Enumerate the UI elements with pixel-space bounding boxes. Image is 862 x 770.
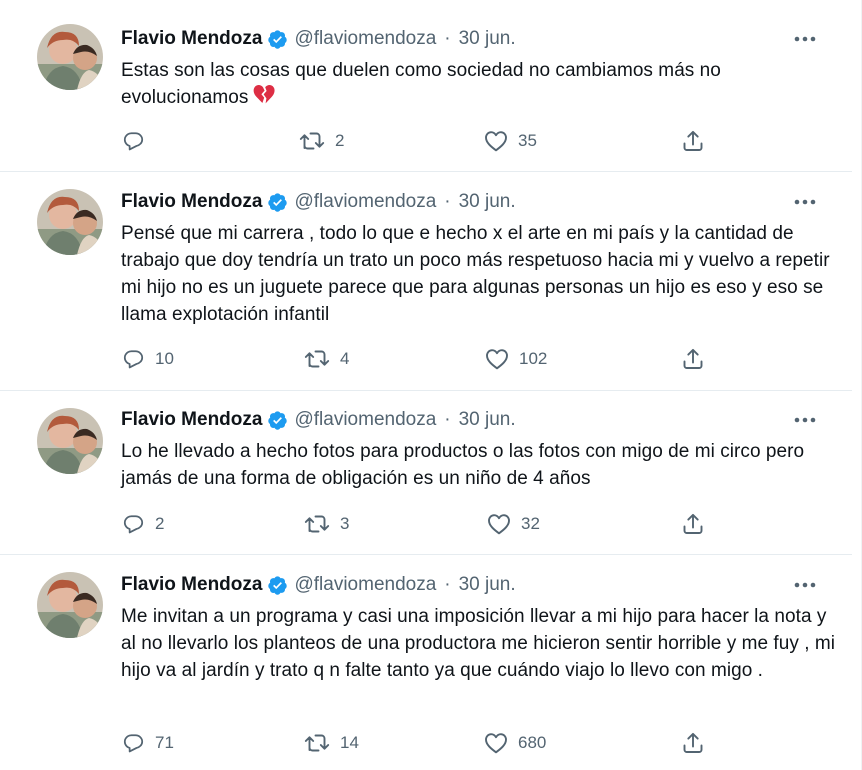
- author-name[interactable]: Flavio Mendoza: [121, 572, 262, 598]
- tweet-actions: 2 35: [0, 126, 852, 156]
- tweet-text: Estas son las cosas que duelen como soci…: [121, 57, 836, 111]
- broken-heart-icon: [252, 84, 276, 106]
- like-count: 32: [521, 514, 540, 533]
- retweet-button[interactable]: 14: [304, 728, 359, 758]
- retweet-icon: [304, 734, 330, 752]
- reply-icon: [123, 734, 144, 753]
- retweet-button[interactable]: 2: [299, 126, 344, 156]
- reply-count: 2: [155, 514, 165, 533]
- tweet[interactable]: Flavio Mendoza @flaviomendoza · 30 jun. …: [0, 172, 852, 391]
- reply-button[interactable]: 10: [122, 344, 174, 374]
- share-icon: [683, 513, 703, 534]
- reply-button[interactable]: [122, 126, 155, 156]
- tweet-actions: 2 3 32: [0, 509, 852, 539]
- retweet-count: 3: [340, 514, 350, 533]
- author-handle[interactable]: @flaviomendoza: [294, 26, 436, 52]
- like-button[interactable]: 32: [487, 509, 540, 539]
- separator: ·: [444, 409, 451, 430]
- avatar[interactable]: [37, 572, 103, 638]
- author-handle[interactable]: @flaviomendoza: [294, 189, 436, 215]
- like-icon: [486, 349, 508, 370]
- verified-badge-icon: [267, 575, 288, 596]
- author-handle[interactable]: @flaviomendoza: [294, 572, 436, 598]
- share-button[interactable]: [681, 344, 705, 374]
- like-button[interactable]: 102: [485, 344, 547, 374]
- retweet-button[interactable]: 4: [304, 344, 349, 374]
- retweet-button[interactable]: 3: [304, 509, 349, 539]
- share-icon: [683, 348, 703, 369]
- share-icon: [683, 732, 703, 753]
- verified-badge-icon: [267, 29, 288, 50]
- like-button[interactable]: 35: [484, 126, 537, 156]
- separator: ·: [444, 191, 451, 212]
- retweet-icon: [304, 515, 330, 533]
- more-options-icon[interactable]: [785, 407, 825, 433]
- tweet-timeline: Flavio Mendoza @flaviomendoza · 30 jun. …: [0, 0, 862, 770]
- avatar[interactable]: [37, 189, 103, 255]
- reply-count: 10: [155, 349, 174, 368]
- like-icon: [485, 733, 507, 754]
- share-button[interactable]: [681, 126, 705, 156]
- tweet-actions: 10 4 102: [0, 344, 852, 374]
- tweet-header: Flavio Mendoza @flaviomendoza · 30 jun.: [121, 407, 516, 433]
- retweet-icon: [304, 350, 330, 368]
- reply-icon: [123, 515, 144, 534]
- more-options-icon[interactable]: [785, 26, 825, 52]
- reply-button[interactable]: 71: [122, 728, 174, 758]
- more-options-icon[interactable]: [785, 572, 825, 598]
- retweet-count: 2: [335, 131, 345, 150]
- reply-button[interactable]: 2: [122, 509, 164, 539]
- reply-icon: [123, 132, 144, 151]
- verified-badge-icon: [267, 192, 288, 213]
- author-name[interactable]: Flavio Mendoza: [121, 26, 262, 52]
- tweet-text-body: Estas son las cosas que duelen como soci…: [121, 60, 721, 108]
- retweet-count: 14: [340, 733, 359, 752]
- reply-icon: [123, 350, 144, 369]
- author-handle[interactable]: @flaviomendoza: [294, 407, 436, 433]
- more-options-icon[interactable]: [785, 189, 825, 215]
- share-button[interactable]: [681, 728, 705, 758]
- tweet-header: Flavio Mendoza @flaviomendoza · 30 jun.: [121, 26, 516, 52]
- tweet[interactable]: Flavio Mendoza @flaviomendoza · 30 jun. …: [0, 0, 852, 172]
- share-button[interactable]: [681, 509, 705, 539]
- avatar[interactable]: [37, 24, 103, 90]
- like-count: 35: [518, 131, 537, 150]
- avatar[interactable]: [37, 408, 103, 474]
- tweet-date[interactable]: 30 jun.: [459, 26, 516, 52]
- tweet[interactable]: Flavio Mendoza @flaviomendoza · 30 jun. …: [0, 391, 852, 555]
- author-name[interactable]: Flavio Mendoza: [121, 189, 262, 215]
- retweet-count: 4: [340, 349, 350, 368]
- tweet-date[interactable]: 30 jun.: [459, 189, 516, 215]
- like-button[interactable]: 680: [484, 728, 546, 758]
- share-icon: [683, 130, 703, 151]
- tweet-actions: 71 14 680: [0, 728, 852, 758]
- tweet-header: Flavio Mendoza @flaviomendoza · 30 jun.: [121, 189, 516, 215]
- retweet-icon: [299, 132, 325, 150]
- separator: ·: [444, 574, 451, 595]
- tweet-header: Flavio Mendoza @flaviomendoza · 30 jun.: [121, 572, 516, 598]
- tweet-date[interactable]: 30 jun.: [459, 407, 516, 433]
- like-icon: [488, 514, 510, 535]
- separator: ·: [444, 28, 451, 49]
- tweet-text: Pensé que mi carrera , todo lo que e hec…: [121, 223, 830, 325]
- like-icon: [485, 131, 507, 152]
- tweet-text: Me invitan a un programa y casi una impo…: [121, 606, 836, 681]
- author-name[interactable]: Flavio Mendoza: [121, 407, 262, 433]
- reply-count: 71: [155, 733, 174, 752]
- tweet[interactable]: Flavio Mendoza @flaviomendoza · 30 jun. …: [0, 555, 852, 770]
- like-count: 680: [518, 733, 547, 752]
- like-count: 102: [519, 349, 548, 368]
- verified-badge-icon: [267, 410, 288, 431]
- tweet-date[interactable]: 30 jun.: [459, 572, 516, 598]
- tweet-text: Lo he llevado a hecho fotos para product…: [121, 441, 805, 489]
